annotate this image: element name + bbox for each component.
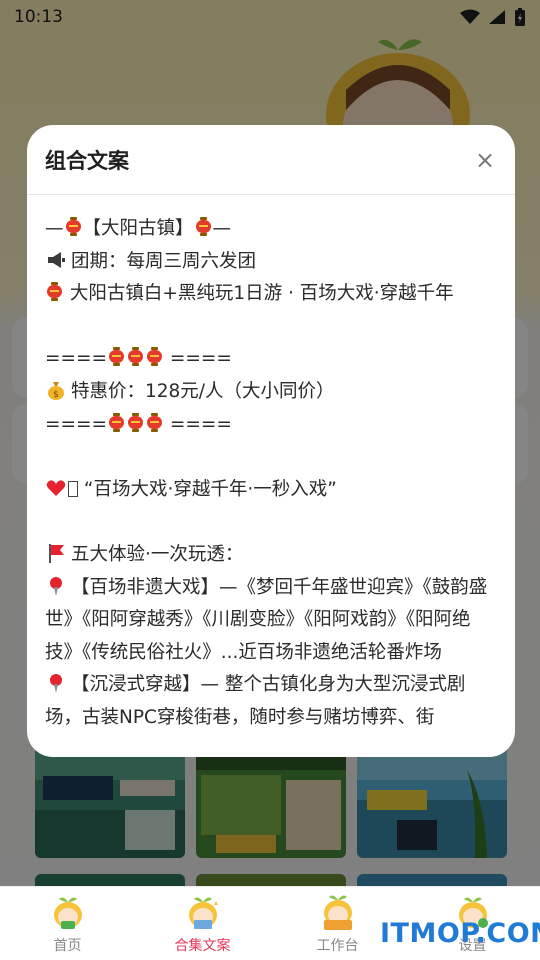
dash-text: — — [212, 218, 232, 239]
lantern-icon — [128, 347, 144, 367]
watermark-text: ITMOP.COM — [380, 918, 540, 949]
text-paragraph: 【百场非遗大戏】—《梦回千年盛世迎宾》《鼓韵盛世》《阳阿穿越秀》《川剧变脸》《阳… — [45, 572, 497, 670]
dialog-content: — 【大阳古镇】 — 团期：每周三周六发团 大阳古镇白+黑纯玩1日游 · 百场大戏·… — [27, 195, 515, 755]
close-icon[interactable]: × — [473, 148, 497, 172]
lantern-icon — [109, 412, 125, 433]
lantern-icon — [195, 217, 211, 237]
tab-home[interactable]: 首页 — [0, 887, 135, 960]
lantern-icon — [65, 217, 81, 237]
lantern-icon — [109, 347, 125, 367]
lantern-icon — [147, 347, 163, 367]
divider-text: ==== — [169, 348, 232, 370]
text-paragraph: 【沉浸式穿越】— 整个古镇化身为大型沉浸式剧场，古装NPC穿梭街巷，随时参与赌坊… — [45, 669, 497, 734]
tab-label: 合集文案 — [174, 938, 231, 954]
workbench-mascot-icon — [323, 895, 352, 930]
collection-mascot-icon — [188, 897, 218, 929]
experience-text: 【百场非遗大戏】—《梦回千年盛世迎宾》《鼓韵盛世》《阳阿穿越秀》《川剧变脸》《阳… — [45, 576, 488, 663]
missing-glyph-icon — [68, 480, 78, 497]
lantern-icon — [47, 282, 62, 302]
text-line: ==== ==== — [45, 343, 497, 376]
tab-label: 工作台 — [316, 938, 359, 954]
divider-text: ==== — [45, 413, 108, 435]
tab-collection-copy[interactable]: 合集文案 — [135, 887, 270, 960]
text-line: 五大体验·一次玩透： — [45, 539, 497, 572]
text-line: 团期：每周三周六发团 — [45, 246, 497, 279]
town-name-text: 【大阳古镇】 — [82, 218, 194, 239]
lantern-icon — [147, 412, 163, 433]
dialog-title: 组合文案 — [45, 148, 129, 173]
tab-label: 首页 — [53, 938, 82, 954]
lantern-icon — [128, 412, 144, 433]
dialog-header: 组合文案 × — [27, 125, 515, 195]
svg-text:$: $ — [53, 390, 59, 400]
copywriting-dialog: 组合文案 × — 【大阳古镇】 — 团期：每周三周六发团 大阳古镇白+黑纯玩1日游 … — [27, 125, 515, 757]
schedule-text: 团期：每周三周六发团 — [71, 250, 257, 272]
text-line: $ 特惠价：128元/人（大小同价） — [45, 376, 497, 409]
text-line: 大阳古镇白+黑纯玩1日游 · 百场大戏·穿越千年 — [45, 278, 497, 311]
slogan-text: “百场大戏·穿越千年·一秒入戏” — [83, 478, 337, 500]
text-line: “百场大戏·穿越千年·一秒入戏” — [45, 474, 497, 507]
money-bag-icon: $ — [48, 381, 64, 400]
pin-icon — [50, 576, 62, 596]
price-text: 特惠价：128元/人（大小同价） — [71, 380, 335, 402]
pin-icon — [50, 674, 62, 694]
megaphone-icon — [48, 251, 65, 268]
divider-text: ==== — [169, 413, 232, 435]
text-line: — 【大阳古镇】 — — [45, 213, 497, 246]
text-line: ==== ==== — [45, 409, 497, 442]
divider-text: ==== — [45, 348, 108, 370]
section-heading-text: 五大体验·一次玩透： — [71, 543, 244, 565]
tour-name-text: 大阳古镇白+黑纯玩1日游 · 百场大戏·穿越千年 — [69, 283, 454, 305]
heart-icon — [46, 480, 66, 496]
home-mascot-icon — [53, 897, 82, 929]
dash-text: — — [45, 218, 64, 239]
red-flag-icon — [49, 543, 64, 563]
experience-text: 【沉浸式穿越】— 整个古镇化身为大型沉浸式剧场，古装NPC穿梭街巷，随时参与赌坊… — [45, 674, 466, 728]
